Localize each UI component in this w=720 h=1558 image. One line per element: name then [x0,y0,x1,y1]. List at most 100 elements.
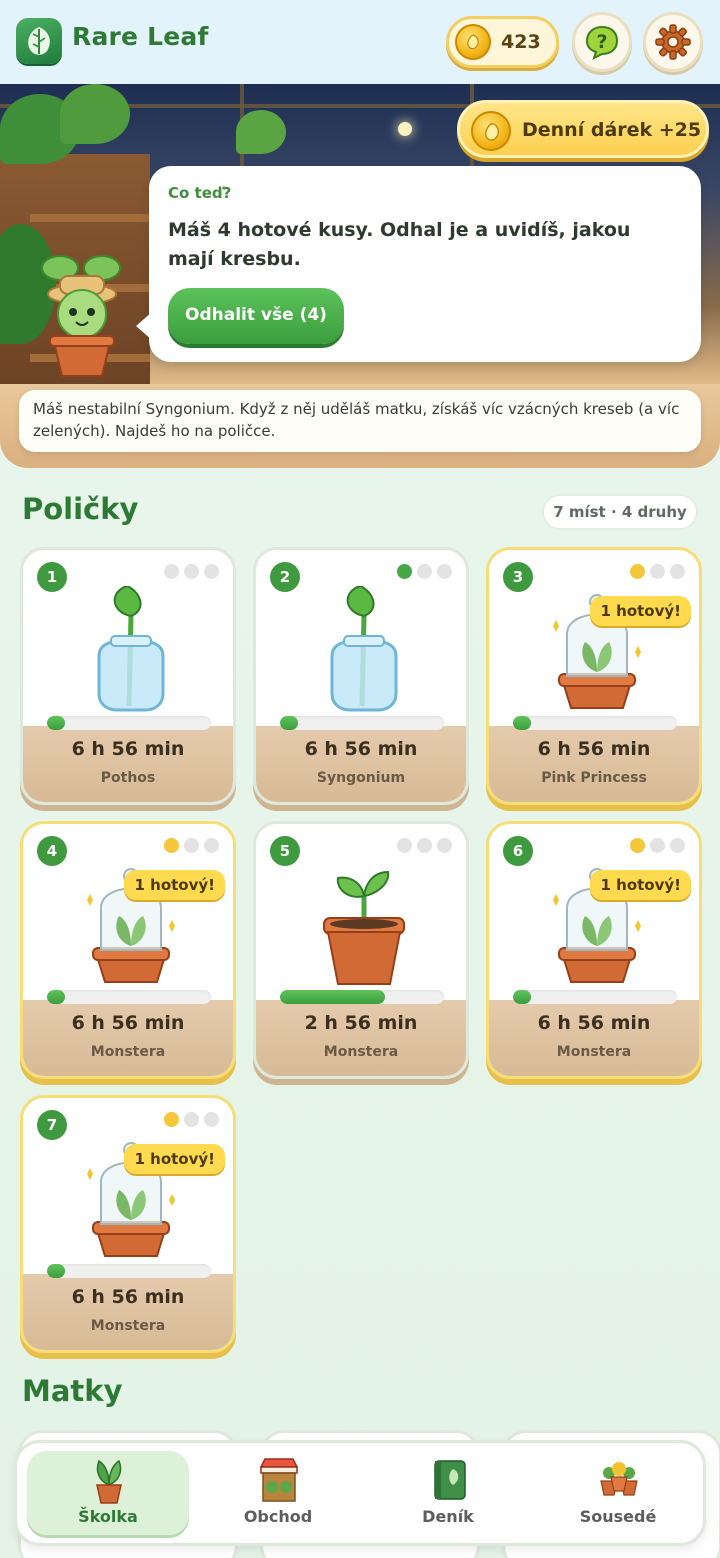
growth-progress-bar [513,990,677,1004]
stage-dot [650,564,665,579]
stage-dots [630,838,685,853]
coin-icon [471,111,511,151]
slot-plant-name: Pothos [100,770,156,786]
growth-progress-fill [513,990,532,1004]
gear-icon [655,24,691,60]
stage-dot [184,838,199,853]
growth-progress-fill [513,716,532,730]
settings-button[interactable] [643,12,703,72]
book-icon [434,1460,466,1500]
nav-item-skolka[interactable]: Školka [27,1451,189,1535]
stage-dot [437,838,452,853]
slot-time-remaining: 6 h 56 min [71,1012,185,1034]
growth-progress-fill [47,990,66,1004]
coin-count: 423 [501,31,541,53]
slot-time-remaining: 6 h 56 min [304,738,418,760]
stage-dot [184,564,199,579]
stage-dot [670,838,685,853]
shelf-slot-3[interactable]: 3 1 hotový! 6 h 56 min Pink Princess [486,547,702,805]
nav-label: Deník [422,1507,474,1526]
coin-icon [455,24,491,60]
shelf-slot-2[interactable]: 2 6 h 56 min Syngonium [253,547,469,805]
slot-time-remaining: 6 h 56 min [537,738,651,760]
slot-number: 4 [37,836,67,866]
mascot-plant-character [41,255,121,377]
help-button[interactable]: ? [572,12,632,72]
greenhouse-hero: Denní dárek +25 Co teď? Máš 4 hotové kus… [0,84,720,468]
stage-dot [397,564,412,579]
stage-dot [670,564,685,579]
growth-progress-fill [280,716,299,730]
slot-plant-name: Syngonium [316,770,406,786]
reveal-all-button[interactable]: Odhalit vše (4) [168,288,344,344]
growth-progress-bar [280,990,444,1004]
shelf-slot-4[interactable]: 4 1 hotový! 6 h 56 min Monstera [20,821,236,1079]
daily-gift-button[interactable]: Denní dárek +25 [457,100,709,158]
stage-dot [184,1112,199,1127]
slot-plant-name: Pink Princess [541,770,647,786]
bubble-text: Máš 4 hotové kusy. Odhal je a uvidíš, ja… [168,219,631,270]
plant-group-icon [600,1462,638,1496]
stage-dot [164,564,179,579]
potted-plant-icon [96,1459,122,1504]
stage-dots [397,564,452,579]
slot-time-remaining: 6 h 56 min [537,1012,651,1034]
shelf-slot-7[interactable]: 7 1 hotový! 6 h 56 min Monstera [20,1095,236,1353]
nav-label: Sousedé [579,1507,657,1526]
growth-progress-bar [47,716,211,730]
slot-plant-name: Monstera [556,1044,632,1060]
growth-progress-bar [47,1264,211,1278]
growth-progress-fill [47,1264,66,1278]
growth-progress-bar [47,990,211,1004]
matky-title: Matky [22,1374,123,1408]
slot-number: 7 [37,1110,67,1140]
ready-badge: 1 hotový! [124,1144,225,1174]
hanging-plant [236,110,286,154]
slot-number: 5 [270,836,300,866]
growth-progress-fill [280,990,385,1004]
stage-dot [397,838,412,853]
stage-dot [204,1112,219,1127]
ready-badge: 1 hotový! [590,870,691,900]
stage-dots [164,564,219,579]
bottom-navigation: Školka Obchod Deník Sousedé [14,1440,706,1546]
stage-dot [417,564,432,579]
stage-dot [164,1112,179,1127]
app-title: Rare Leaf [72,22,209,51]
stage-dot [204,838,219,853]
nav-item-obchod[interactable]: Obchod [197,1451,359,1535]
hint-box: Máš nestabilní Syngonium. Když z něj udě… [19,390,701,452]
shelf-slot-5[interactable]: 5 2 h 56 min Monstera [253,821,469,1079]
hanging-plant [60,84,130,144]
stage-dot [437,564,452,579]
cutting-jar-image [81,584,181,716]
stage-dots [630,564,685,579]
top-bar: Rare Leaf 423 ? [0,0,720,84]
bubble-kicker: Co teď? [168,184,232,202]
market-stall-icon [259,1458,299,1502]
stage-dot [164,838,179,853]
shelf-slot-6[interactable]: 6 1 hotový! 6 h 56 min Monstera [486,821,702,1079]
nav-item-denik[interactable]: Deník [367,1451,529,1535]
svg-text:?: ? [596,31,607,53]
shelf-plank [30,214,150,222]
nav-item-sousede[interactable]: Sousedé [537,1451,699,1535]
ready-badge: 1 hotový! [590,596,691,626]
leaf-icon [16,18,62,64]
nav-label: Obchod [243,1507,313,1526]
shelf-slot-1[interactable]: 1 6 h 56 min Pothos [20,547,236,805]
slot-plant-name: Monstera [90,1318,166,1334]
slot-number: 2 [270,562,300,592]
bubble-tail [136,312,152,340]
coin-balance[interactable]: 423 [446,16,559,68]
guide-speech-bubble: Co teď? Máš 4 hotové kusy. Odhal je a uv… [149,166,701,362]
shelves-stat-pill: 7 míst · 4 druhy [542,494,698,530]
stage-dots [164,838,219,853]
stage-dot [630,564,645,579]
nav-label: Školka [78,1507,138,1526]
cutting-jar-image [314,584,414,716]
slot-number: 6 [503,836,533,866]
slot-number: 1 [37,562,67,592]
slot-plant-name: Monstera [90,1044,166,1060]
ready-badge: 1 hotový! [124,870,225,900]
